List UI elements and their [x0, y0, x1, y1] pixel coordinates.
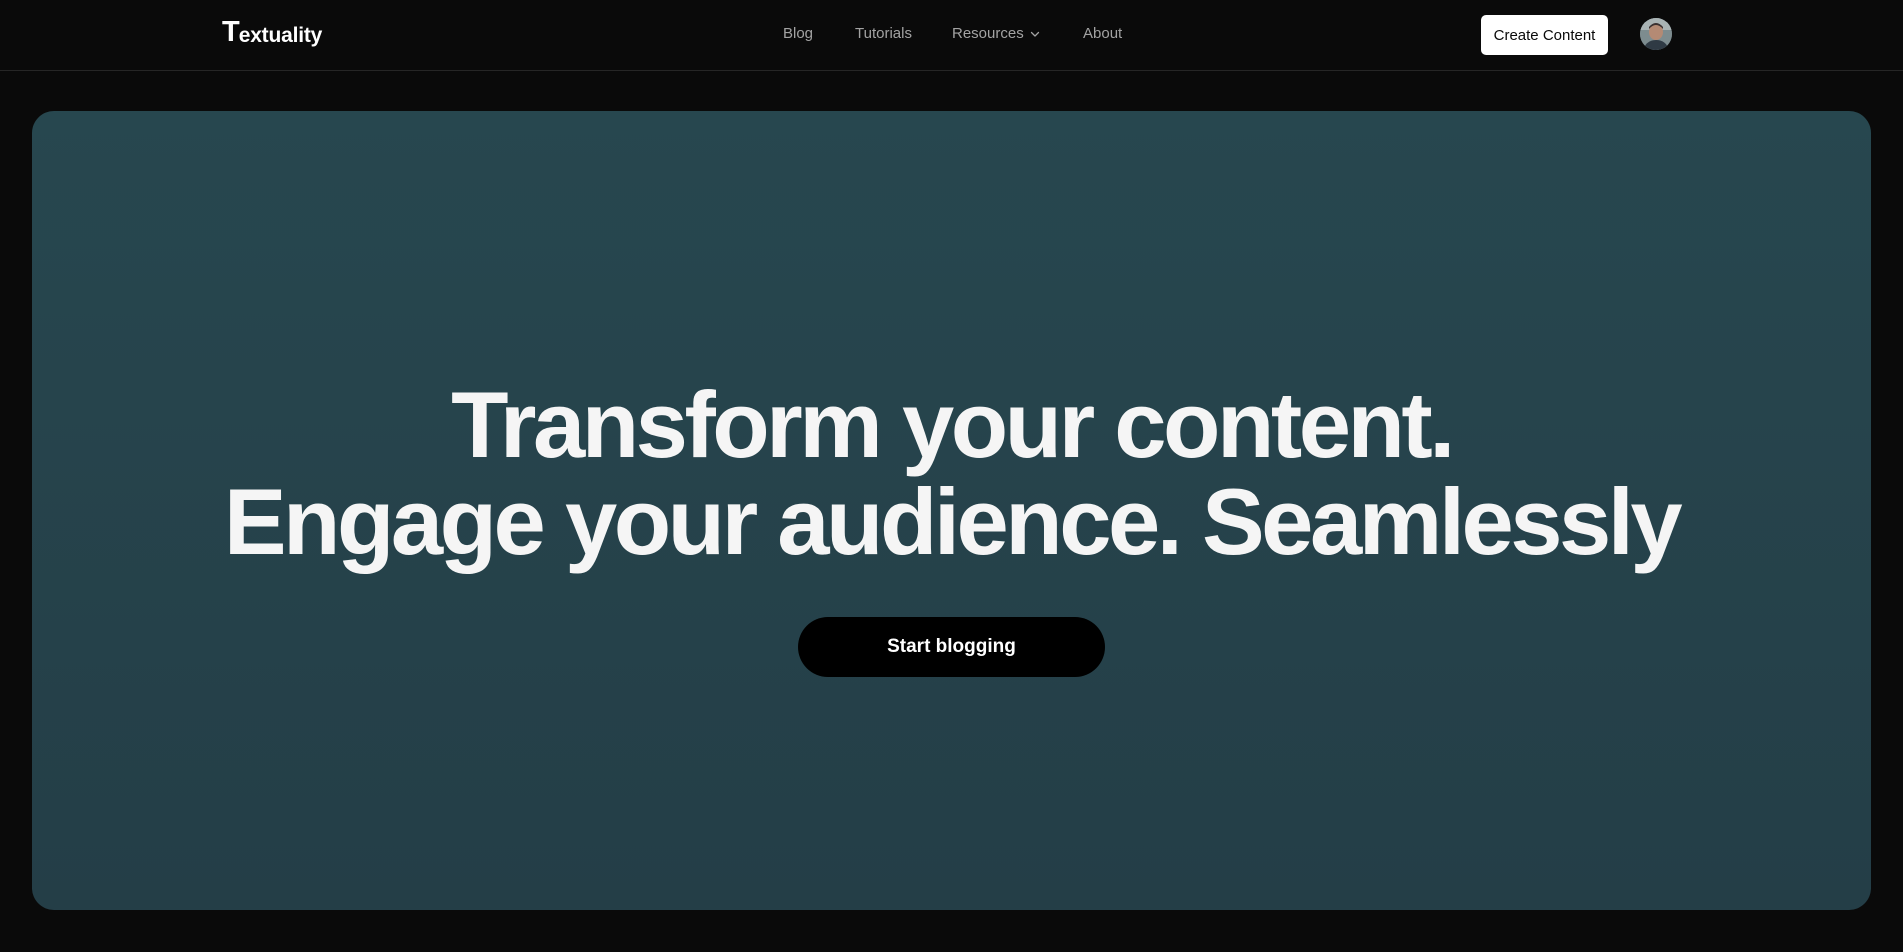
nav-link-tutorials[interactable]: Tutorials: [855, 25, 912, 42]
hero-heading: Transform your content. Engage your audi…: [32, 376, 1871, 570]
create-content-button[interactable]: Create Content: [1481, 15, 1608, 55]
brand-logo[interactable]: T extuality: [222, 18, 322, 47]
hero-heading-line-2: Engage your audience. Seamlessly: [223, 469, 1683, 574]
nav-link-blog[interactable]: Blog: [783, 25, 813, 42]
nav-link-resources[interactable]: Resources: [952, 25, 1041, 42]
nav-link-about[interactable]: About: [1083, 25, 1122, 42]
hero-heading-line-1: Transform your content.: [451, 372, 1455, 477]
nav-link-resources-label: Resources: [952, 25, 1024, 42]
user-avatar[interactable]: [1640, 18, 1672, 50]
chevron-down-icon: [1030, 31, 1039, 37]
brand-logo-text: extuality: [238, 24, 323, 47]
top-navbar: T extuality Blog Tutorials Resources Abo…: [0, 0, 1903, 71]
start-blogging-button[interactable]: Start blogging: [798, 617, 1105, 677]
brand-logo-initial: T: [222, 16, 240, 48]
hero-section: Transform your content. Engage your audi…: [32, 111, 1871, 910]
avatar-icon: [1640, 18, 1672, 50]
